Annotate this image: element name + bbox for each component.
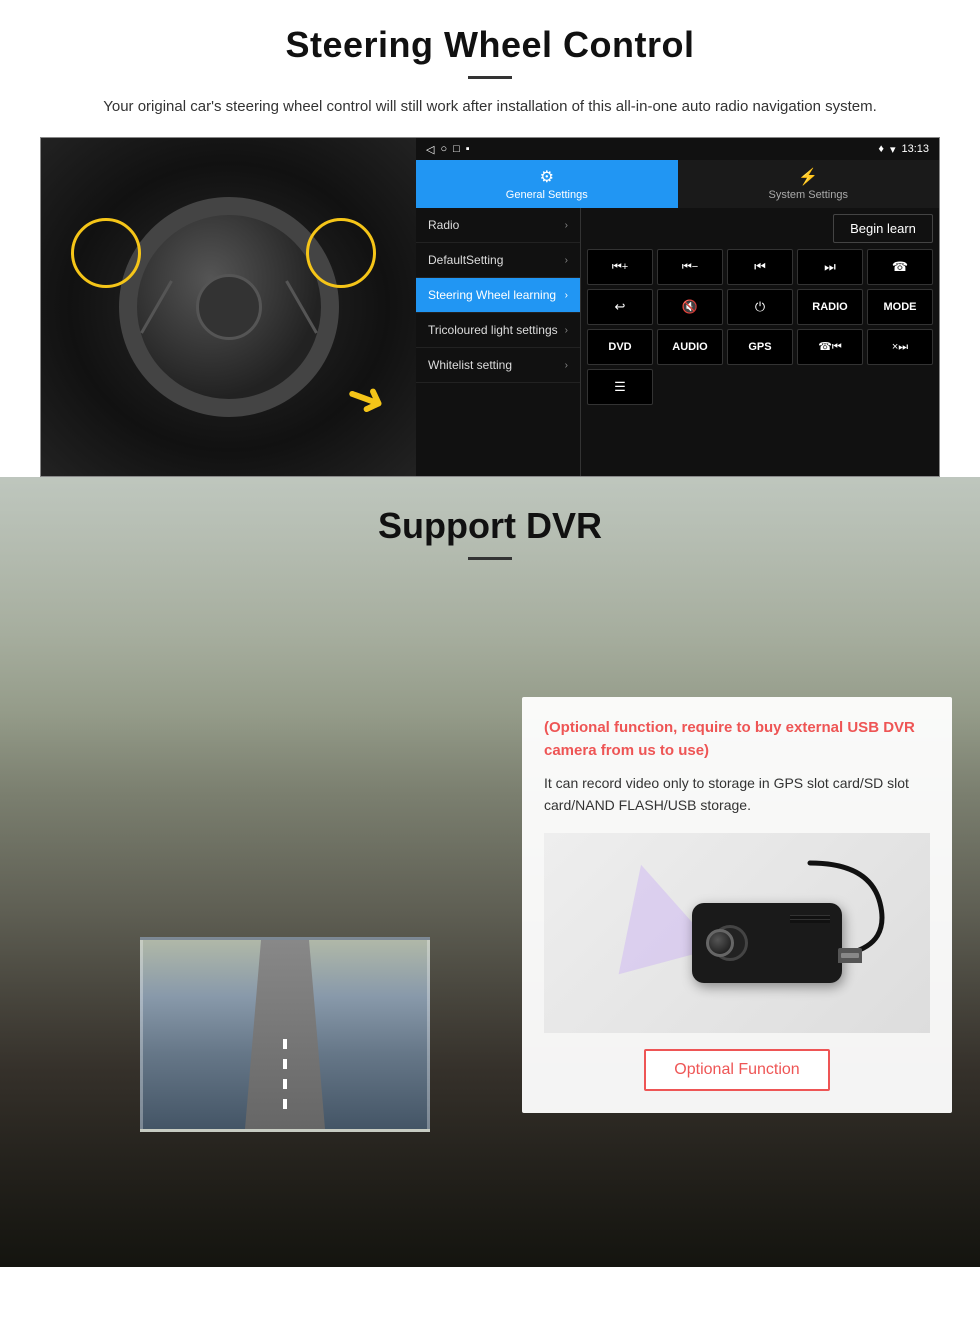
tab-system[interactable]: ⚡ System Settings [678,160,940,208]
main-content: Radio › DefaultSetting › Steering Wheel … [416,208,939,476]
android-panel: ◁ ○ □ ▪ ♦ ▾ 13:13 ⚙ General Settings [416,138,939,476]
power-btn[interactable]: ⏻ [727,289,793,325]
signal-icon: ♦ [878,143,884,155]
menu-label-default: DefaultSetting [428,253,503,267]
tab-general[interactable]: ⚙ General Settings [416,160,678,208]
steering-description: Your original car's steering wheel contr… [60,95,920,119]
recent-nav-icon: □ [453,143,460,155]
steering-wheel-bg: ➜ [41,138,416,476]
time-display: 13:13 [901,143,929,155]
mute-btn[interactable]: 🔇 [657,289,723,325]
chevron-icon-tricoloured: › [565,325,568,336]
tab-general-label: General Settings [506,189,588,201]
extra-btn[interactable]: ☰ [587,369,653,405]
radio-btn[interactable]: RADIO [797,289,863,325]
dvr-title-area: Support DVR [0,477,980,576]
chevron-icon-steering: › [565,290,568,301]
nav-icons: ◁ ○ □ ▪ [426,143,470,156]
gps-btn[interactable]: GPS [727,329,793,365]
settings-gear-icon: ⚙ [540,167,554,187]
dvr-camera-image [544,833,930,1033]
back-nav-icon: ◁ [426,143,434,156]
usb-cable-svg [720,843,900,963]
menu-nav-icon: ▪ [466,143,470,155]
system-icon: ⚡ [798,167,818,187]
dvd-btn[interactable]: DVD [587,329,653,365]
menu-item-steering[interactable]: Steering Wheel learning › [416,278,580,313]
status-bar: ◁ ○ □ ▪ ♦ ▾ 13:13 [416,138,939,160]
menu-label-tricoloured: Tricoloured light settings [428,323,558,337]
preview-road-line [283,1033,287,1109]
dvr-preview-image [140,937,430,1132]
phone-btn[interactable]: ☎ [867,249,933,285]
steering-title: Steering Wheel Control [40,24,940,66]
begin-learn-button[interactable]: Begin learn [833,214,933,243]
android-demo: ➜ ◁ ○ □ ▪ ♦ ▾ 13:13 [40,137,940,477]
tab-system-label: System Settings [769,189,848,201]
menu-label-whitelist: Whitelist setting [428,358,512,372]
dvr-info-card: (Optional function, require to buy exter… [522,697,952,1113]
back-btn[interactable]: ↩ [587,289,653,325]
left-menu: Radio › DefaultSetting › Steering Wheel … [416,208,581,476]
wheel-spoke-right [285,280,318,333]
prev-track-btn[interactable]: ⏮ [727,249,793,285]
title-divider [468,76,512,79]
wifi-icon: ▾ [890,143,896,156]
menu-label-steering: Steering Wheel learning [428,288,556,302]
menu-item-tricoloured[interactable]: Tricoloured light settings › [416,313,580,348]
vol-up-track-btn[interactable]: ⏮+ [587,249,653,285]
usb-plug-connector [841,953,859,958]
dvr-title-divider [468,557,512,560]
audio-btn[interactable]: AUDIO [657,329,723,365]
next-track-btn[interactable]: ⏭ [797,249,863,285]
settings-tabs: ⚙ General Settings ⚡ System Settings [416,160,939,208]
home-nav-icon: ○ [440,143,447,155]
menu-item-whitelist[interactable]: Whitelist setting › [416,348,580,383]
status-icons: ♦ ▾ 13:13 [878,143,929,156]
next-skip-btn[interactable]: ×⏭ [867,329,933,365]
menu-label-radio: Radio [428,218,459,232]
steering-section: Steering Wheel Control Your original car… [0,0,980,477]
optional-function-button[interactable]: Optional Function [644,1049,829,1091]
wheel-spoke-left [140,280,173,333]
chevron-icon-whitelist: › [565,360,568,371]
menu-item-radio[interactable]: Radio › [416,208,580,243]
yellow-circle-right [306,218,376,288]
steering-photo: ➜ [41,138,416,476]
control-grid: ⏮+ ⏮− ⏮ ⏭ ☎ ↩ 🔇 ⏻ RADIO MODE DVD AUDIO G… [587,249,933,405]
vol-down-track-btn[interactable]: ⏮− [657,249,723,285]
chevron-icon-default: › [565,255,568,266]
mode-btn[interactable]: MODE [867,289,933,325]
yellow-circle-left [71,218,141,288]
phone-prev-btn[interactable]: ☎⏮ [797,329,863,365]
dvr-title: Support DVR [0,505,980,547]
chevron-icon-radio: › [565,220,568,231]
begin-learn-row: Begin learn [587,214,933,243]
optional-text: (Optional function, require to buy exter… [544,717,930,762]
right-controls: Begin learn ⏮+ ⏮− ⏮ ⏭ ☎ ↩ 🔇 ⏻ RADIO MODE… [581,208,939,476]
menu-item-default[interactable]: DefaultSetting › [416,243,580,278]
dvr-section: Support DVR (Optional function, require … [0,477,980,1267]
dvr-desc-text: It can record video only to storage in G… [544,772,930,817]
yellow-arrow-icon: ➜ [337,365,394,431]
wheel-circle [119,197,339,417]
